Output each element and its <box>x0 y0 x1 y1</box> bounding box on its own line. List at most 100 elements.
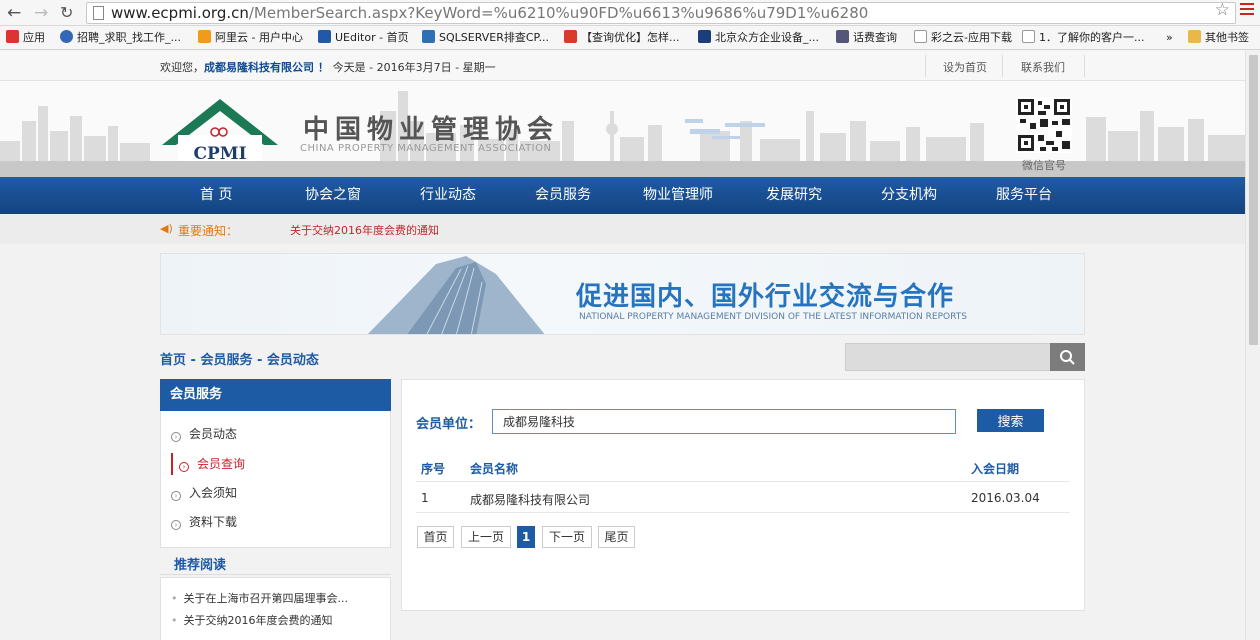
col-header-name: 会员名称 <box>470 462 519 476</box>
main-nav: 首 页 协会之窗 行业动态 会员服务 物业管理师 发展研究 分支机构 服务平台 <box>0 177 1245 214</box>
forward-icon[interactable]: → <box>34 3 48 23</box>
folder-icon <box>1188 30 1201 43</box>
pager-next[interactable]: 下一页 <box>542 526 592 548</box>
qr-label: 微信官号 <box>1022 159 1066 172</box>
recommend-item[interactable]: 关于在上海市召开第四届理事会... <box>171 590 349 606</box>
recommend-title: 推荐阅读 <box>174 558 227 573</box>
bookmarks-overflow[interactable]: » <box>1166 30 1173 46</box>
bookmark-apps[interactable]: 应用 <box>6 30 45 46</box>
nav-branches[interactable]: 分支机构 <box>881 177 937 214</box>
bookmark-item[interactable]: 北京众方企业设备_... <box>698 30 819 46</box>
site-icon <box>198 30 211 43</box>
site-icon <box>564 30 577 43</box>
reload-icon[interactable]: ↻ <box>60 3 73 23</box>
qr-code-icon <box>1016 97 1072 153</box>
banner-subtitle: NATIONAL PROPERTY MANAGEMENT DIVISION OF… <box>579 312 967 322</box>
banner-title: 促进国内、国外行业交流与合作 <box>576 282 955 312</box>
bookmark-item[interactable]: UEditor - 首页 <box>318 30 409 46</box>
contact-link[interactable]: 联系我们 <box>1021 59 1065 75</box>
sidebar-menu: › 会员动态 › 会员查询 › 入会须知 › 资料下载 <box>160 411 391 548</box>
web-page: 欢迎您，成都易隆科技有限公司 ！ 今天是 - 2016年3月7日 - 星期一 设… <box>0 51 1245 640</box>
cpmi-logo[interactable]: CPMI <box>160 99 280 163</box>
site-icon <box>836 30 849 43</box>
bookmark-item[interactable]: 1．了解你的客户一... <box>1022 30 1145 46</box>
bookmark-star-icon[interactable]: ☆ <box>1215 0 1230 20</box>
back-icon[interactable]: ← <box>7 3 21 23</box>
notice-label: 重要通知： <box>178 224 239 238</box>
cell-no: 1 <box>421 491 429 505</box>
divider <box>1002 55 1003 77</box>
user-company[interactable]: 成都易隆科技有限公司 <box>204 61 314 74</box>
welcome-text: 欢迎您，成都易隆科技有限公司 ！ 今天是 - 2016年3月7日 - 星期一 <box>160 61 496 74</box>
speaker-icon: ◀) <box>160 222 173 235</box>
pager-last[interactable]: 尾页 <box>598 526 635 548</box>
pager-current[interactable]: 1 <box>517 526 535 548</box>
notice-link[interactable]: 关于交纳2016年度会费的通知 <box>290 222 439 238</box>
cell-name[interactable]: 成都易隆科技有限公司 <box>470 491 590 508</box>
nav-research[interactable]: 发展研究 <box>766 177 822 214</box>
banner: 促进国内、国外行业交流与合作 NATIONAL PROPERTY MANAGEM… <box>160 253 1085 335</box>
search-icon <box>1060 350 1075 365</box>
apps-icon <box>6 30 19 43</box>
bookmark-item[interactable]: SQLSERVER排查CP... <box>422 30 549 46</box>
sidebar-item-member-news[interactable]: › 会员动态 <box>171 423 237 445</box>
site-search-input[interactable] <box>845 343 1051 371</box>
nav-association[interactable]: 协会之窗 <box>305 177 361 214</box>
nav-member-services[interactable]: 会员服务 <box>535 177 591 214</box>
site-title: 中国物业管理协会 <box>303 115 560 145</box>
site-icon <box>422 30 435 43</box>
page-icon <box>1022 30 1035 43</box>
sidebar-item-member-search[interactable]: › 会员查询 <box>171 453 245 475</box>
recommend-list: 关于在上海市召开第四届理事会... 关于交纳2016年度会费的通知 <box>160 577 391 640</box>
divider <box>416 481 1070 482</box>
cell-date: 2016.03.04 <box>971 491 1040 505</box>
circle-arrow-icon: › <box>171 520 181 530</box>
col-header-date: 入会日期 <box>971 462 1020 476</box>
nav-property-manager[interactable]: 物业管理师 <box>643 177 713 214</box>
notice-bar: ◀) 重要通知： 关于交纳2016年度会费的通知 <box>0 214 1245 244</box>
site-header: CPMI 中国物业管理协会 CHINA PROPERTY MANAGEMENT … <box>0 81 1245 177</box>
address-bar[interactable]: www.ecpmi.org.cn/MemberSearch.aspx?KeyWo… <box>86 2 1236 24</box>
site-search-button[interactable] <box>1050 343 1085 371</box>
url-host: www.ecpmi.org.cn <box>111 4 249 22</box>
set-home-link[interactable]: 设为首页 <box>943 59 987 75</box>
tower-graphic <box>367 256 545 334</box>
sidebar-title: 会员服务 <box>160 379 391 411</box>
page-scrollbar[interactable] <box>1245 51 1260 640</box>
bookmark-folder-other[interactable]: 其他书签 <box>1188 30 1249 46</box>
nav-industry-news[interactable]: 行业动态 <box>420 177 476 214</box>
divider <box>160 574 391 575</box>
pager-first[interactable]: 首页 <box>417 526 454 548</box>
bookmark-item[interactable]: 阿里云 - 用户中心 <box>198 30 303 46</box>
bookmark-item[interactable]: 彩之云-应用下载 <box>914 30 1012 46</box>
pager-prev[interactable]: 上一页 <box>461 526 511 548</box>
bookmarks-bar: 应用 招聘_求职_找工作_... 阿里云 - 用户中心 UEditor - 首页… <box>0 26 1260 50</box>
bookmark-item[interactable]: 招聘_求职_找工作_... <box>60 30 181 46</box>
logo-abbr: CPMI <box>193 144 246 163</box>
bookmark-item[interactable]: 话费查询 <box>836 30 897 46</box>
site-icon <box>698 30 711 43</box>
scrollbar-thumb[interactable] <box>1249 55 1258 345</box>
bookmark-item[interactable]: 【查询优化】怎样... <box>564 30 680 46</box>
circle-arrow-icon: › <box>171 432 181 442</box>
search-button[interactable]: 搜索 <box>977 409 1044 432</box>
breadcrumb[interactable]: 首页 - 会员服务 - 会员动态 <box>160 349 319 368</box>
sidebar-item-downloads[interactable]: › 资料下载 <box>171 511 237 533</box>
circle-arrow-icon: › <box>171 491 181 501</box>
nav-home[interactable]: 首 页 <box>200 177 232 214</box>
site-icon <box>60 30 73 43</box>
col-header-no: 序号 <box>421 462 446 476</box>
sidebar-item-join-notice[interactable]: › 入会须知 <box>171 482 237 504</box>
circle-arrow-icon: › <box>179 462 189 472</box>
member-unit-label: 会员单位： <box>416 417 482 432</box>
site-icon <box>318 30 331 43</box>
chrome-menu-icon[interactable] <box>1240 3 1254 17</box>
member-unit-input[interactable] <box>492 409 956 434</box>
nav-service-platform[interactable]: 服务平台 <box>996 177 1052 214</box>
page-icon <box>93 6 104 20</box>
page-icon <box>914 30 927 43</box>
url-text[interactable]: www.ecpmi.org.cn/MemberSearch.aspx?KeyWo… <box>111 4 868 23</box>
divider <box>416 512 1070 513</box>
recommend-item[interactable]: 关于交纳2016年度会费的通知 <box>171 612 333 628</box>
top-bar: 欢迎您，成都易隆科技有限公司 ！ 今天是 - 2016年3月7日 - 星期一 设… <box>0 51 1245 81</box>
